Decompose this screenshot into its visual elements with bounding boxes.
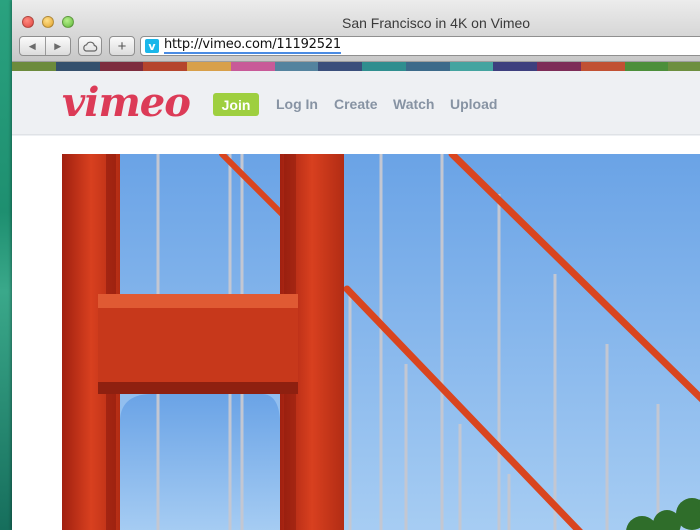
vimeo-header: vimeo Join Log In Create Watch Upload xyxy=(12,71,700,135)
vimeo-logo-text: vimeo xyxy=(62,79,191,126)
vimeo-favicon-icon: v xyxy=(145,39,159,53)
color-strip-segment xyxy=(99,62,144,71)
back-arrow-icon: ◀ xyxy=(28,40,36,51)
color-strip-segment xyxy=(449,62,494,71)
address-bar[interactable]: v http://vimeo.com/11192521 xyxy=(140,36,700,56)
color-strip-segment xyxy=(537,62,581,71)
color-strip-segment xyxy=(318,62,362,71)
page-content xyxy=(12,136,700,530)
forward-button[interactable]: ▶ xyxy=(44,37,71,55)
color-strip-segment xyxy=(493,62,537,71)
back-button[interactable]: ◀ xyxy=(20,37,45,55)
nav-watch-link[interactable]: Watch xyxy=(393,96,434,112)
title-bar: San Francisco in 4K on Vimeo ◀ ▶ + v htt… xyxy=(12,0,700,62)
color-strip-segment xyxy=(405,62,450,71)
color-strip-segment xyxy=(12,62,56,71)
url-text[interactable]: http://vimeo.com/11192521 xyxy=(164,38,341,54)
nav-upload-link[interactable]: Upload xyxy=(450,96,497,112)
color-strip-segment xyxy=(55,62,100,71)
cloud-icon xyxy=(83,41,98,52)
color-strip-segment xyxy=(580,62,625,71)
color-strip-segment xyxy=(274,62,319,71)
browser-window: San Francisco in 4K on Vimeo ◀ ▶ + v htt… xyxy=(12,0,700,530)
nav-login-link[interactable]: Log In xyxy=(276,96,318,112)
forward-arrow-icon: ▶ xyxy=(54,40,62,51)
color-strip-segment xyxy=(624,62,669,71)
window-title: San Francisco in 4K on Vimeo xyxy=(342,15,531,31)
vimeo-color-strip xyxy=(12,62,700,71)
video-player[interactable] xyxy=(62,154,700,530)
icloud-tabs-button[interactable] xyxy=(78,36,102,56)
golden-gate-bridge-image xyxy=(62,154,700,530)
color-strip-segment xyxy=(362,62,406,71)
plus-icon: + xyxy=(117,37,127,55)
color-strip-segment xyxy=(668,62,700,71)
nav-create-link[interactable]: Create xyxy=(334,96,378,112)
color-strip-segment xyxy=(187,62,231,71)
join-button[interactable]: Join xyxy=(213,93,259,116)
color-strip-segment xyxy=(230,62,275,71)
new-tab-button[interactable]: + xyxy=(109,36,135,56)
history-nav-group: ◀ ▶ xyxy=(19,36,71,56)
color-strip-segment xyxy=(143,62,187,71)
vimeo-logo[interactable]: vimeo xyxy=(62,83,191,123)
